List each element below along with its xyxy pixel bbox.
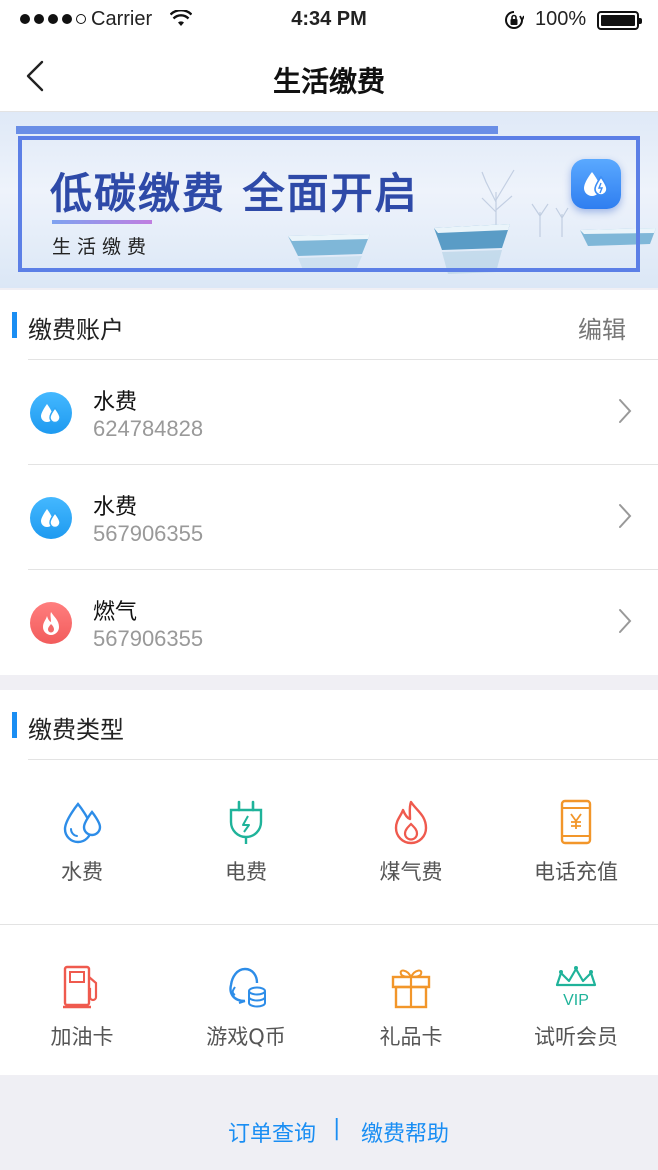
vip-crown-icon: VIP — [555, 966, 597, 1009]
chevron-right-icon — [619, 609, 632, 633]
payment-help-link[interactable]: 缴费帮助 — [361, 1116, 449, 1148]
type-item-fuel[interactable]: 加油卡 — [0, 925, 164, 1090]
gift-box-icon — [391, 969, 431, 1009]
fuel-pump-icon — [63, 965, 98, 1009]
edit-button[interactable]: 编辑 — [578, 310, 626, 345]
type-item-gift-card[interactable]: 礼品卡 — [329, 925, 493, 1090]
flame-icon — [394, 800, 428, 845]
water-drop-icon — [571, 159, 621, 209]
type-label: 电费 — [225, 860, 267, 884]
accounts-section-header: 缴费账户 编辑 — [0, 290, 658, 360]
chevron-right-icon — [619, 399, 632, 423]
account-row[interactable]: 燃气 567906355 — [0, 570, 658, 675]
type-label: 水费 — [61, 860, 103, 884]
water-icon — [30, 497, 72, 539]
type-item-game-coin[interactable]: 游戏Q币 — [164, 925, 328, 1090]
chevron-right-icon — [619, 504, 632, 528]
water-drops-icon — [63, 802, 102, 844]
account-row[interactable]: 水费 624784828 — [0, 360, 658, 465]
type-label: 加油卡 — [50, 1025, 114, 1049]
promo-banner[interactable]: 低碳缴费 全面开启 生活缴费 — [0, 112, 658, 288]
game-coin-icon — [229, 967, 266, 1008]
status-bar: Carrier 4:34 PM 100% — [0, 0, 658, 40]
nav-bar: 生活缴费 — [0, 40, 658, 112]
account-number: 567906355 — [93, 521, 204, 546]
account-row[interactable]: 水费 567906355 — [0, 465, 658, 570]
section-title: 缴费类型 — [28, 716, 124, 744]
type-item-gas[interactable]: 煤气费 — [329, 760, 493, 925]
type-label: 游戏Q币 — [206, 1025, 286, 1049]
footer: 订单查询 | 缴费帮助 — [0, 1076, 658, 1170]
water-icon — [30, 392, 72, 434]
account-name: 水费 — [93, 390, 138, 415]
power-plug-icon — [229, 800, 263, 844]
type-label: 试听会员 — [534, 1025, 618, 1049]
account-number: 567906355 — [93, 626, 204, 651]
type-item-vip[interactable]: VIP 试听会员 — [494, 925, 658, 1090]
rotation-lock-icon — [505, 11, 524, 29]
footer-separator: | — [333, 1116, 341, 1141]
gas-flame-icon — [30, 602, 72, 644]
svg-text:VIP: VIP — [563, 992, 589, 1009]
type-item-phone[interactable]: 电话充值 — [494, 760, 658, 925]
section-title: 缴费账户 — [28, 316, 124, 344]
type-label: 电话充值 — [534, 860, 618, 884]
account-name: 燃气 — [93, 600, 138, 625]
type-grid-row: 水费 电费 煤气费 电话充值 — [0, 760, 658, 925]
type-label: 煤气费 — [379, 860, 443, 884]
banner-subtitle: 生活缴费 — [52, 236, 153, 258]
type-item-water[interactable]: 水费 — [0, 760, 164, 925]
account-name: 水费 — [93, 495, 138, 520]
type-item-electricity[interactable]: 电费 — [164, 760, 328, 925]
account-number: 624784828 — [93, 416, 204, 441]
order-query-link[interactable]: 订单查询 — [228, 1116, 316, 1148]
battery-icon — [597, 11, 642, 30]
page-title: 生活缴费 — [272, 65, 385, 98]
phone-yen-icon — [560, 799, 592, 845]
battery-percent: 100% — [535, 8, 587, 30]
type-label: 礼品卡 — [379, 1025, 443, 1049]
types-section-header: 缴费类型 — [0, 690, 658, 760]
banner-headline: 低碳缴费 全面开启 — [50, 169, 419, 218]
type-grid-row: 加油卡 游戏Q币 礼品卡 VIP 试听会员 — [0, 925, 658, 1075]
